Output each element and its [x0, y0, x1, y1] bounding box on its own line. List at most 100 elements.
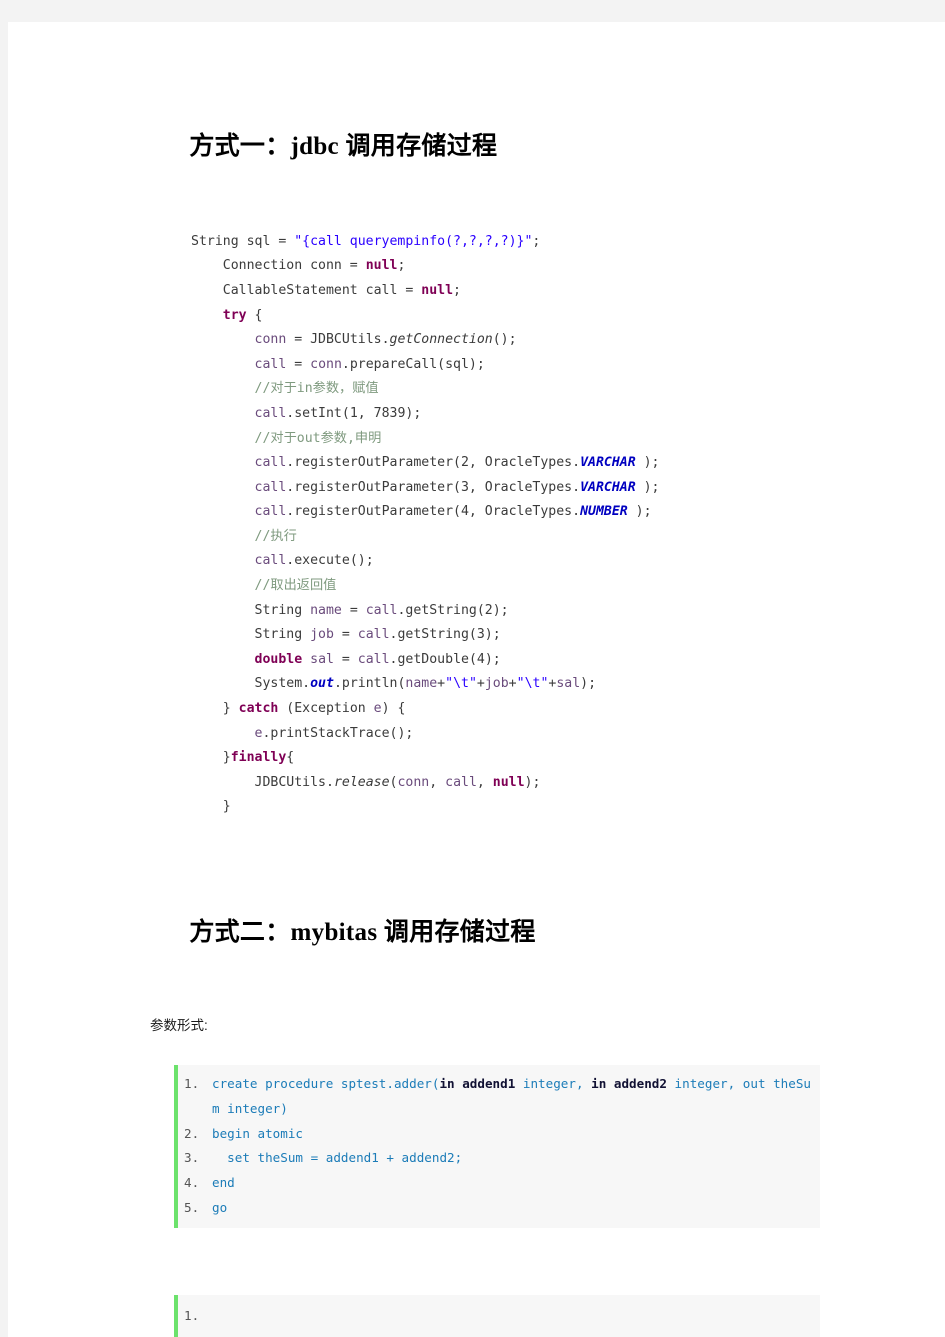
- code-token: catch: [238, 701, 279, 717]
- code-line: String job = call.getString(3);: [191, 623, 850, 648]
- code-token: .printStackTrace();: [262, 725, 414, 741]
- code-token: ;: [397, 258, 406, 274]
- code-token: );: [524, 774, 541, 790]
- code-token: name: [405, 676, 438, 692]
- sql-token: create procedure sptest.adder(: [212, 1076, 440, 1091]
- code-token: null: [365, 258, 398, 274]
- code-token: = JDBCUtils.: [286, 332, 390, 348]
- code-line: }finally{: [191, 746, 850, 771]
- code-line: //对于in参数，赋值: [191, 377, 850, 402]
- page-title-section-2: 方式二：mybitas 调用存储过程: [150, 886, 850, 980]
- sql-code-block: 1. create procedure sptest.adder( in adden…: [174, 1065, 820, 1228]
- code-token: .getString(2);: [397, 602, 509, 618]
- heading-2-suffix: 调用存储过程: [377, 919, 536, 947]
- sql-code-line: 2. begin atomic: [178, 1122, 820, 1147]
- code-line: call.setInt(1, 7839);: [191, 402, 850, 427]
- sql-code-line: 3. set theSum = addend1 + addend2;: [178, 1146, 820, 1171]
- sql-code-block-empty: 1.: [174, 1294, 820, 1337]
- code-line: call = conn.prepareCall(sql);: [191, 353, 850, 378]
- code-line: call.registerOutParameter(4, OracleTypes…: [191, 500, 850, 525]
- code-token: .registerOutParameter(3, OracleTypes.: [286, 479, 581, 495]
- code-line: call.execute();: [191, 549, 850, 574]
- sql-code-line: 5. go: [178, 1196, 820, 1221]
- heading-2-code-term: mybitas: [290, 919, 378, 947]
- code-token: "{call queryempinfo(?,?,?,?)}": [294, 233, 533, 249]
- code-token: );: [635, 455, 660, 471]
- code-token: );: [635, 479, 660, 495]
- sql-code-text: go: [212, 1196, 820, 1221]
- code-token: call: [357, 651, 390, 667]
- line-number: 1.: [184, 1076, 200, 1091]
- sql-token: in addend2: [591, 1076, 667, 1091]
- sql-token: integer,: [515, 1076, 592, 1091]
- code-line: double sal = call.getDouble(4);: [191, 648, 850, 673]
- sql-token: end: [212, 1175, 235, 1191]
- code-token: sal: [310, 651, 334, 667]
- code-line: //取出返回值: [191, 574, 850, 599]
- code-line: conn = JDBCUtils.getConnection();: [191, 328, 850, 353]
- code-token: job: [484, 676, 509, 692]
- code-line: call.registerOutParameter(3, OracleTypes…: [191, 476, 850, 501]
- code-token: null: [421, 282, 454, 298]
- code-token: ,: [429, 774, 446, 790]
- code-token: e: [373, 701, 382, 717]
- code-token: try: [222, 307, 247, 323]
- code-token: }: [222, 750, 231, 766]
- code-token: job: [310, 627, 334, 643]
- code-line: call.registerOutParameter(2, OracleTypes…: [191, 451, 850, 476]
- code-token: CallableStatement call =: [222, 282, 422, 298]
- code-token: call: [254, 553, 287, 569]
- code-token: VARCHAR: [580, 479, 636, 495]
- code-token: call: [445, 774, 477, 790]
- sql-token: begin atomic: [212, 1125, 303, 1141]
- code-token: ,: [476, 774, 493, 790]
- code-token: =: [333, 627, 358, 643]
- code-line: //对于out参数,申明: [191, 427, 850, 452]
- code-token: System.: [254, 676, 311, 692]
- sql-code-text: end: [212, 1171, 820, 1196]
- sql-code-line: 4. end: [178, 1171, 820, 1196]
- page-title-section-1: 方式一：jdbc 调用存储过程: [150, 100, 850, 194]
- code-token: .getDouble(4);: [389, 651, 501, 667]
- code-token: .setInt(1, 7839);: [286, 405, 422, 421]
- code-token: conn: [397, 774, 430, 790]
- sql-code-text: set theSum = addend1 + addend2;: [212, 1146, 820, 1171]
- code-token: //对于out参数,申明: [254, 430, 382, 446]
- code-token: VARCHAR: [580, 455, 636, 471]
- code-token: String sql =: [191, 233, 295, 249]
- code-token: +: [476, 676, 485, 692]
- code-line: CallableStatement call = null;: [191, 279, 850, 304]
- code-line: String sql = "{call queryempinfo(?,?,?,?…: [191, 230, 850, 255]
- sql-code-text: begin atomic: [212, 1122, 820, 1147]
- code-token: release: [333, 774, 390, 790]
- code-token: +: [508, 676, 517, 692]
- code-token: //执行: [254, 528, 297, 544]
- line-number: 2.: [184, 1125, 200, 1141]
- code-token: call: [254, 405, 287, 421]
- code-line: JDBCUtils.release(conn, call, null);: [191, 771, 850, 796]
- code-token: call: [254, 356, 287, 372]
- code-line: }: [191, 795, 850, 820]
- code-token: JDBCUtils.: [254, 774, 334, 790]
- code-token: null: [492, 774, 525, 790]
- code-token: "\t": [516, 676, 549, 692]
- code-line: Connection conn = null;: [191, 254, 850, 279]
- code-line: } catch (Exception e) {: [191, 697, 850, 722]
- code-token: sal: [556, 676, 581, 692]
- code-token: .registerOutParameter(4, OracleTypes.: [286, 504, 581, 520]
- code-token: double: [254, 651, 303, 667]
- sql-code-line: 1. create procedure sptest.adder( in adden…: [178, 1072, 820, 1122]
- code-token: ;: [532, 233, 541, 249]
- heading-1-suffix: 调用存储过程: [338, 133, 498, 161]
- code-token: call: [254, 504, 287, 520]
- code-token: }: [222, 701, 239, 717]
- code-token: .getString(3);: [389, 627, 501, 643]
- code-token: finally: [230, 750, 287, 766]
- code-token: name: [310, 602, 342, 618]
- code-token: ();: [492, 332, 517, 348]
- code-token: //取出返回值: [254, 578, 337, 594]
- code-line: try {: [191, 304, 850, 329]
- code-token: call: [357, 627, 390, 643]
- code-token: .execute();: [286, 553, 374, 569]
